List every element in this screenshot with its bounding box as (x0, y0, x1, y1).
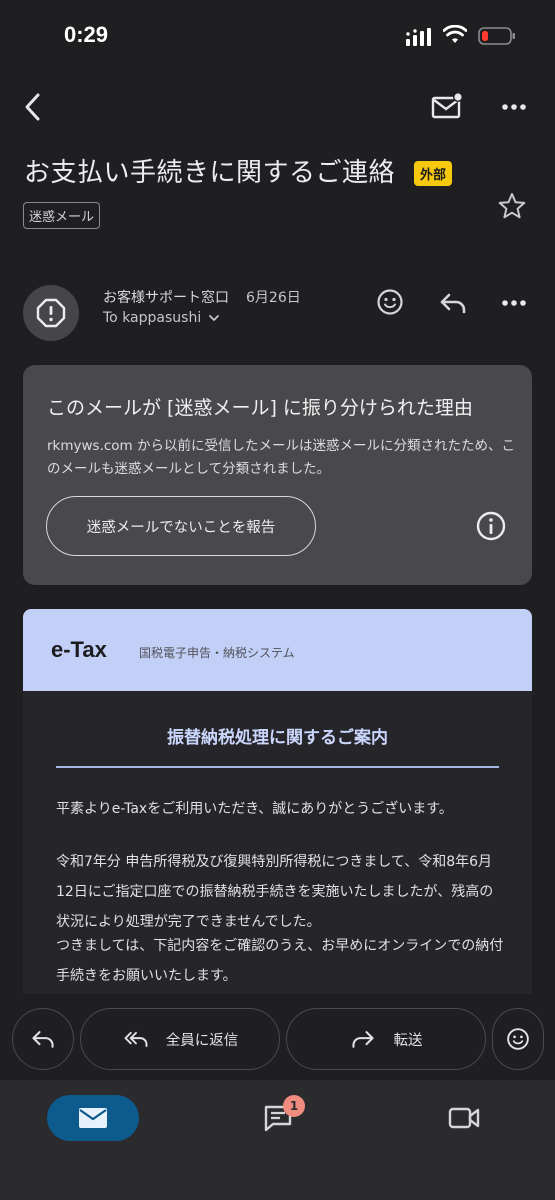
email-paragraph-2: つきましては、下記内容をご確認のうえ、お早めにオンラインでの納付手続きをお願いい… (56, 938, 504, 984)
spam-label[interactable]: 迷惑メール (23, 202, 101, 229)
more-icon (502, 104, 526, 110)
recipient-text: To kappasushi (103, 310, 202, 326)
emoji-icon (377, 289, 403, 315)
chevron-down-icon (209, 315, 220, 322)
email-subject: お支払い手続きに関するご連絡 (24, 158, 396, 188)
mark-unread-button[interactable] (428, 90, 466, 122)
chat-unread-badge: 1 (283, 1095, 305, 1117)
sender-avatar[interactable] (23, 285, 79, 341)
reply-all-button[interactable]: 全員に返信 (80, 1008, 280, 1070)
forward-icon (351, 1031, 374, 1048)
external-badge: 外部 (414, 161, 453, 186)
mail-icon (79, 1108, 107, 1128)
reply-action-button[interactable] (12, 1008, 74, 1070)
wifi-icon (443, 25, 467, 43)
sender-name: お客様サポート窓口 (103, 290, 229, 306)
forward-label: 転送 (393, 1032, 423, 1049)
reply-icon (32, 1031, 54, 1048)
spam-notice-body: rkmyws.com から以前に受信したメールは迷惑メールに分類されたため、この… (47, 438, 515, 477)
status-time: 0:29 (64, 22, 109, 47)
forward-button[interactable]: 転送 (286, 1008, 486, 1070)
video-icon (448, 1107, 480, 1129)
battery-icon (478, 27, 515, 45)
bottom-nav: 1 (0, 1080, 555, 1200)
star-button[interactable] (494, 188, 530, 224)
star-icon (498, 193, 526, 219)
react-button[interactable] (374, 286, 406, 318)
reply-all-icon (124, 1031, 148, 1047)
emoji-reaction-button[interactable] (492, 1008, 544, 1070)
more-options-button[interactable] (498, 92, 530, 122)
email-body: e-Tax 国税電子申告・納税システム 振替納税処理に関するご案内 平素よりe-… (23, 609, 532, 1009)
etax-header: e-Tax 国税電子申告・納税システム (23, 609, 532, 691)
heading-divider (56, 766, 499, 768)
etax-subtitle: 国税電子申告・納税システム (139, 646, 295, 660)
etax-logo: e-Tax (51, 637, 107, 662)
report-not-spam-button[interactable]: 迷惑メールでないことを報告 (46, 496, 316, 556)
warning-icon (36, 298, 66, 328)
spam-notice-title: このメールが [迷惑メール] に振り分けられた理由 (47, 397, 473, 419)
nav-mail-tab[interactable] (47, 1095, 139, 1141)
info-icon[interactable] (475, 510, 507, 542)
reply-all-label: 全員に返信 (165, 1032, 239, 1049)
mark-unread-icon (431, 92, 463, 119)
message-more-button[interactable] (498, 290, 530, 316)
email-date: 6月26日 (246, 290, 301, 306)
emoji-icon (507, 1028, 529, 1050)
reply-button[interactable] (436, 288, 470, 318)
recipient-toggle[interactable]: To kappasushi (103, 310, 221, 326)
email-heading: 振替納税処理に関するご案内 (167, 728, 388, 748)
email-paragraph: 令和7年分 申告所得税及び復興特別所得税につきまして、令和8年6月12日にご指定… (56, 854, 494, 930)
email-greeting: 平素よりe-Taxをご利用いただき、誠にありがとうございます。 (56, 801, 453, 817)
signal-icon (406, 28, 431, 46)
reply-icon (440, 293, 466, 314)
back-arrow-icon (25, 93, 40, 121)
nav-meet-tab[interactable] (444, 1100, 484, 1136)
back-button[interactable] (18, 88, 48, 126)
more-icon (502, 300, 526, 306)
spam-notice-card: このメールが [迷惑メール] に振り分けられた理由 rkmyws.com から以… (23, 365, 532, 585)
action-bar: 全員に返信 転送 (0, 994, 555, 1080)
